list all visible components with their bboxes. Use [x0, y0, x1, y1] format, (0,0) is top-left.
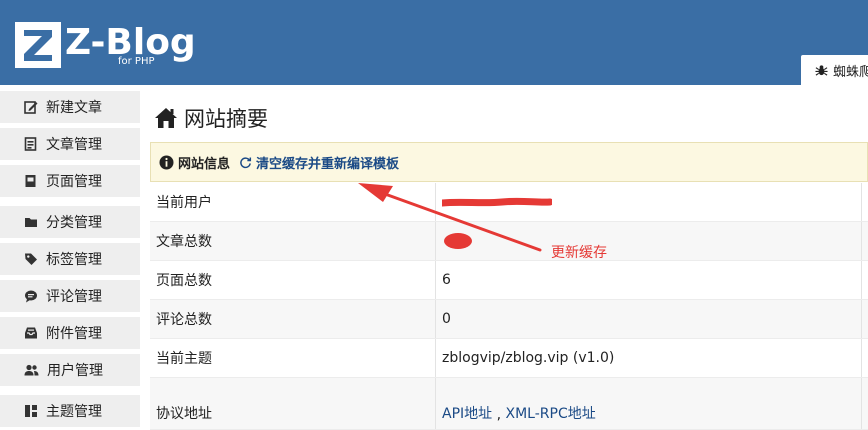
spider-icon: [815, 64, 828, 76]
site-info-bar: 网站信息 清空缓存并重新编译模板: [150, 142, 868, 182]
redaction-mark: [442, 197, 552, 207]
annotation-label: 更新缓存: [551, 245, 607, 261]
zblog-logo[interactable]: Z-Blog: [15, 22, 196, 68]
info-icon: [159, 155, 174, 169]
article-list-icon: [24, 137, 37, 151]
sidebar-item-label: 文章管理: [46, 137, 102, 153]
sidebar-item-label: 分类管理: [46, 215, 102, 231]
sidebar-item-new-article[interactable]: 新建文章: [0, 91, 140, 123]
row-value: API地址 , XML-RPC地址: [436, 378, 862, 429]
comment-icon: [25, 290, 37, 303]
sidebar-item-label: 附件管理: [46, 326, 102, 342]
row-label: 评论总数: [150, 300, 436, 338]
table-row: 当前主题 zblogvip/zblog.vip (v1.0): [150, 339, 868, 378]
api-link[interactable]: API地址: [442, 403, 492, 423]
sidebar-item-label: 用户管理: [47, 363, 103, 379]
sidebar-item-category-manage[interactable]: 分类管理: [0, 206, 140, 238]
sidebar: 新建文章 文章管理 页面管理 分类管理 标签管理 评论管理 附件管理 用户管理 …: [0, 85, 146, 427]
tab-spider-label: 蜘蛛爬: [833, 64, 868, 80]
table-row: 评论总数 0: [150, 300, 868, 339]
table-row: 页面总数 6: [150, 261, 868, 300]
clear-cache-link[interactable]: 清空缓存并重新编译模板: [239, 153, 399, 172]
inbox-icon: [25, 327, 37, 339]
row-label: 协议地址: [150, 378, 436, 429]
clear-cache-link-text: 清空缓存并重新编译模板: [256, 156, 400, 172]
sidebar-item-theme-manage[interactable]: 主题管理: [0, 395, 140, 427]
row-label: 页面总数: [150, 261, 436, 299]
page-icon: [25, 175, 36, 187]
table-row: 文章总数: [150, 222, 868, 261]
tab-spider[interactable]: 蜘蛛爬: [801, 55, 868, 85]
users-icon: [24, 364, 39, 376]
sidebar-item-tag-manage[interactable]: 标签管理: [0, 243, 140, 275]
sidebar-item-label: 主题管理: [46, 404, 102, 420]
sidebar-item-page-manage[interactable]: 页面管理: [0, 165, 140, 197]
table-row: 当前用户: [150, 183, 868, 222]
row-value: 0: [436, 300, 862, 338]
home-icon: [155, 108, 177, 128]
sidebar-item-user-manage[interactable]: 用户管理: [0, 354, 140, 386]
sidebar-item-label: 标签管理: [46, 252, 102, 268]
page-title-text: 网站摘要: [184, 107, 268, 131]
page-title: 网站摘要: [154, 103, 268, 133]
row-value: [436, 222, 862, 260]
sidebar-item-label: 评论管理: [46, 289, 102, 305]
row-value: 6: [436, 261, 862, 299]
row-label: 当前主题: [150, 339, 436, 377]
refresh-icon: [240, 156, 252, 168]
sidebar-item-comment-manage[interactable]: 评论管理: [0, 280, 140, 312]
folder-icon: [25, 218, 37, 227]
grid-icon: [25, 405, 37, 417]
redaction-mark: [444, 233, 472, 249]
tag-icon: [25, 253, 37, 265]
link-separator: ,: [492, 407, 506, 423]
sidebar-item-label: 新建文章: [46, 100, 102, 116]
sidebar-item-article-manage[interactable]: 文章管理: [0, 128, 140, 160]
row-value: [436, 183, 862, 221]
top-header: Z-Blog for PHP 蜘蛛爬: [0, 0, 868, 85]
row-label: 当前用户: [150, 183, 436, 221]
site-info-label: 网站信息: [178, 156, 231, 172]
main-content: 网站摘要 网站信息 清空缓存并重新编译模板 当前用户 文章总数 页面总数 6 评…: [146, 85, 868, 430]
sidebar-item-attachment-manage[interactable]: 附件管理: [0, 317, 140, 349]
sidebar-item-label: 页面管理: [46, 174, 102, 190]
row-label: 文章总数: [150, 222, 436, 260]
xml-rpc-link[interactable]: XML-RPC地址: [506, 403, 596, 423]
edit-icon: [24, 101, 38, 114]
table-row: 协议地址 API地址 , XML-RPC地址: [150, 378, 868, 430]
logo-subtitle: for PHP: [118, 56, 155, 67]
row-value: zblogvip/zblog.vip (v1.0): [436, 339, 862, 377]
logo-z-mark: [15, 22, 61, 68]
